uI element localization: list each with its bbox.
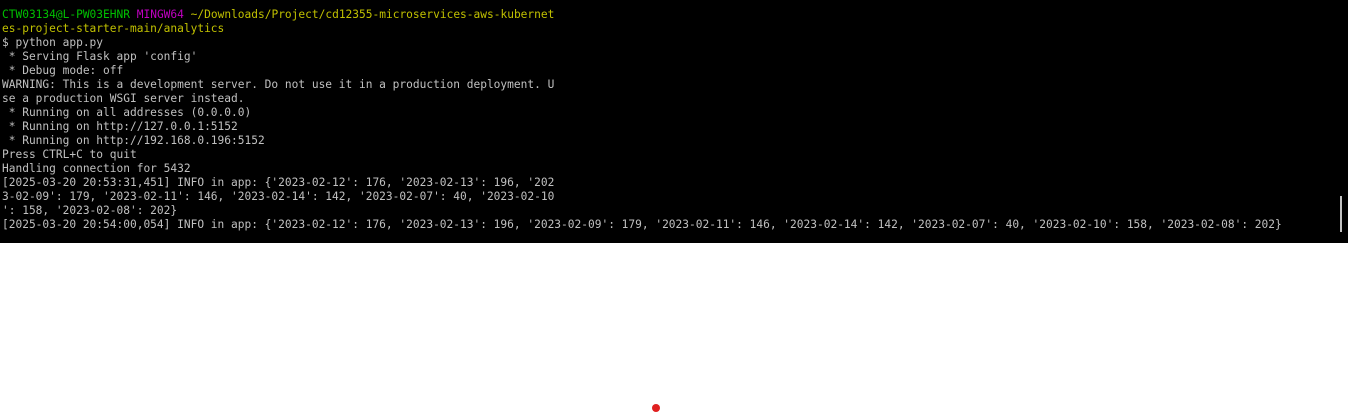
output-line: Handling connection for 5432	[2, 162, 191, 175]
output-line: * Debug mode: off	[2, 64, 124, 77]
prompt-path: ~/Downloads/Project/cd12355-microservice…	[190, 8, 555, 21]
scrollbar-thumb[interactable]	[1340, 196, 1342, 232]
prompt-user-host: CTW03134@L-PW03EHNR	[2, 8, 130, 21]
output-line: ': 158, '2023-02-08': 202}	[2, 204, 178, 217]
output-line: * Running on http://192.168.0.196:5152	[2, 134, 265, 147]
output-line: Press CTRL+C to quit	[2, 148, 137, 161]
output-line: se a production WSGI server instead.	[2, 92, 245, 105]
terminal-scrollbar[interactable]	[1334, 0, 1348, 243]
red-dot-marker	[652, 404, 660, 412]
output-line: [2025-03-20 20:53:31,451] INFO in app: {…	[2, 176, 555, 189]
terminal-window[interactable]: CTW03134@L-PW03EHNR MINGW64 ~/Downloads/…	[0, 0, 1334, 243]
output-line: $ python app.py	[2, 36, 104, 49]
output-line: * Serving Flask app 'config'	[2, 50, 198, 63]
prompt-line: CTW03134@L-PW03EHNR MINGW64 ~/Downloads/…	[0, 8, 1334, 22]
output-line: * Running on http://127.0.0.1:5152	[2, 120, 238, 133]
output-line: 3-02-09': 179, '2023-02-11': 146, '2023-…	[2, 190, 555, 203]
output-line: [2025-03-20 20:54:00,054] INFO in app: {…	[2, 218, 1282, 231]
output-line: WARNING: This is a development server. D…	[2, 78, 555, 91]
prompt-shell: MINGW64	[136, 8, 184, 21]
prompt-path-continued: es-project-starter-main/analytics	[2, 22, 225, 35]
output-line: * Running on all addresses (0.0.0.0)	[2, 106, 252, 119]
